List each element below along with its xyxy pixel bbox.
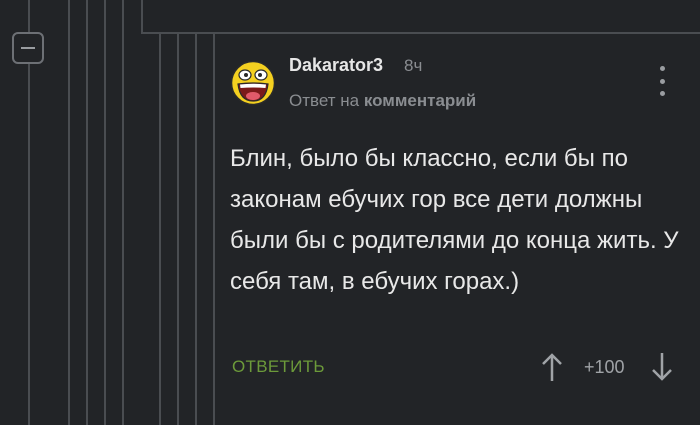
avatar[interactable] bbox=[230, 60, 276, 106]
thread-line bbox=[122, 0, 124, 425]
arrow-down-icon[interactable] bbox=[650, 351, 674, 383]
rating-value: +100 bbox=[584, 357, 625, 377]
thread-line bbox=[159, 32, 161, 425]
reply-to-label: Ответ на комментарий bbox=[289, 91, 476, 111]
reply-target-link[interactable]: комментарий bbox=[364, 91, 476, 110]
more-options-button[interactable] bbox=[655, 66, 669, 96]
thread-line bbox=[104, 0, 106, 425]
vertical-dots-icon bbox=[659, 66, 665, 71]
comment-time: 8ч bbox=[404, 56, 423, 75]
thread-line bbox=[213, 32, 215, 425]
comment-body: Блин, было бы классно, если бы по закона… bbox=[230, 145, 679, 295]
thread-line bbox=[68, 0, 70, 425]
reply-button[interactable]: ОТВЕТИТЬ bbox=[232, 357, 325, 377]
thread-line bbox=[86, 0, 88, 425]
vertical-dots-icon bbox=[659, 78, 665, 84]
minus-icon bbox=[21, 47, 35, 49]
collapse-thread-button[interactable] bbox=[12, 32, 44, 64]
thread-line bbox=[177, 32, 179, 425]
thread-line bbox=[195, 32, 197, 425]
thread-line bbox=[141, 0, 143, 32]
reply-prefix: Ответ на bbox=[289, 91, 360, 110]
arrow-up-icon[interactable] bbox=[540, 351, 564, 383]
comment-author[interactable]: Dakarator3 bbox=[289, 55, 383, 76]
thread-divider bbox=[141, 32, 700, 34]
thread-line bbox=[28, 0, 30, 32]
vertical-dots-icon bbox=[659, 91, 665, 96]
thread-line bbox=[28, 64, 30, 425]
